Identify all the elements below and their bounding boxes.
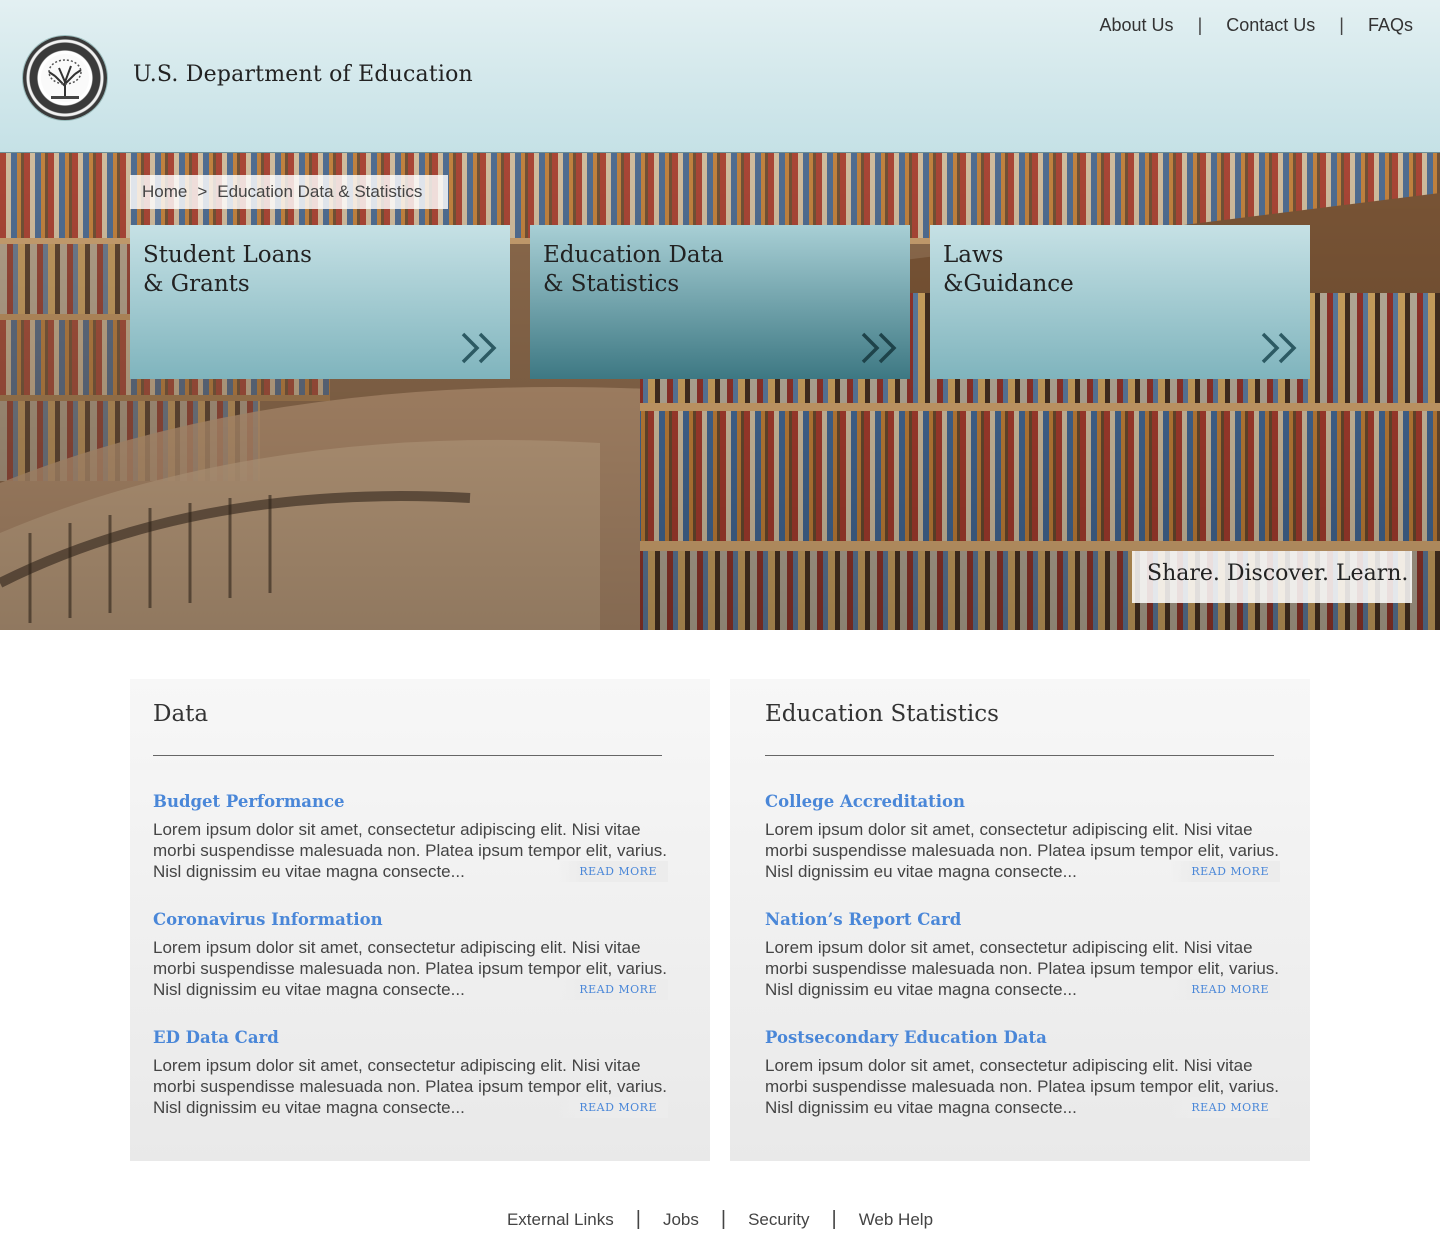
double-chevron-right-icon (461, 332, 497, 364)
tile-title-line: & Grants (143, 271, 250, 297)
tile-student-loans-grants[interactable]: Student Loans & Grants (130, 225, 510, 379)
tile-laws-guidance[interactable]: Laws &Guidance (930, 225, 1310, 379)
item-description: Lorem ipsum dolor sit amet, consectetur … (765, 1055, 1280, 1118)
item-title-link[interactable]: Postsecondary Education Data (765, 1028, 1274, 1047)
list-item: Postsecondary Education Data Lorem ipsum… (765, 1028, 1280, 1118)
read-more-link[interactable]: READ MORE (573, 1097, 657, 1118)
footer-security-link[interactable]: Security (748, 1210, 809, 1230)
hero-banner: Home > Education Data & Statistics Stude… (0, 153, 1440, 630)
panel-data: Data Budget Performance Lorem ipsum dolo… (130, 679, 710, 1161)
list-item: Coronavirus Information Lorem ipsum dolo… (153, 910, 674, 1000)
tagline: Share. Discover. Learn. (1132, 551, 1412, 603)
footer-separator: | (720, 1208, 727, 1230)
item-title-link[interactable]: Budget Performance (153, 792, 674, 811)
footer-separator: | (635, 1208, 641, 1230)
breadcrumb-home-link[interactable]: Home (142, 182, 187, 202)
item-title-link[interactable]: College Accreditation (765, 792, 1274, 811)
item-title-link[interactable]: ED Data Card (153, 1028, 674, 1047)
item-title-link[interactable]: Coronavirus Information (153, 910, 674, 929)
read-more-link[interactable]: READ MORE (1185, 1097, 1269, 1118)
nav-separator: | (1197, 15, 1203, 35)
tile-title-line: &Guidance (943, 271, 1074, 297)
panel-heading: Education Statistics (765, 701, 999, 727)
tile-education-data-statistics[interactable]: Education Data & Statistics (530, 225, 910, 379)
tile-title-line: Laws (943, 242, 1004, 268)
breadcrumb: Home > Education Data & Statistics (130, 175, 448, 209)
nav-faqs-link[interactable]: FAQs (1368, 15, 1413, 36)
nav-separator: | (1339, 15, 1344, 35)
item-description: Lorem ipsum dolor sit amet, consectetur … (153, 1055, 668, 1118)
nav-contact-us-link[interactable]: Contact Us (1226, 15, 1315, 36)
read-more-link[interactable]: READ MORE (573, 979, 657, 1000)
footer-separator: | (831, 1208, 837, 1230)
item-description: Lorem ipsum dolor sit amet, consectetur … (153, 819, 668, 882)
panel-education-statistics: Education Statistics College Accreditati… (730, 679, 1310, 1161)
divider (153, 755, 662, 756)
read-more-link[interactable]: READ MORE (573, 861, 657, 882)
list-item: ED Data Card Lorem ipsum dolor sit amet,… (153, 1028, 674, 1118)
item-description: Lorem ipsum dolor sit amet, consectetur … (765, 819, 1280, 882)
panel-heading: Data (153, 701, 209, 727)
tile-title-line: Student Loans (143, 242, 312, 268)
footer-external-links-link[interactable]: External Links (507, 1210, 614, 1230)
list-item: College Accreditation Lorem ipsum dolor … (765, 792, 1280, 882)
footer-web-help-link[interactable]: Web Help (859, 1210, 933, 1230)
site-header: U.S. Department of Education About Us | … (0, 0, 1440, 153)
read-more-link[interactable]: READ MORE (1185, 861, 1269, 882)
tile-title-line: Education Data (543, 242, 724, 268)
nav-about-us-link[interactable]: About Us (1100, 15, 1174, 36)
item-title-link[interactable]: Nation’s Report Card (765, 910, 1274, 929)
list-item: Nation’s Report Card Lorem ipsum dolor s… (765, 910, 1280, 1000)
site-title[interactable]: U.S. Department of Education (133, 62, 473, 87)
footer-jobs-link[interactable]: Jobs (663, 1210, 699, 1230)
divider (765, 755, 1274, 756)
list-item: Budget Performance Lorem ipsum dolor sit… (153, 792, 674, 882)
top-nav: About Us | Contact Us | FAQs (1100, 15, 1413, 36)
site-footer: External Links | Jobs | Security | Web H… (0, 1208, 1440, 1231)
double-chevron-right-icon (1261, 332, 1297, 364)
item-description: Lorem ipsum dolor sit amet, consectetur … (153, 937, 668, 1000)
tile-title-line: & Statistics (543, 271, 680, 297)
breadcrumb-current: Education Data & Statistics (217, 182, 423, 201)
double-chevron-right-icon (861, 332, 897, 364)
read-more-link[interactable]: READ MORE (1185, 979, 1269, 1000)
department-seal-icon[interactable] (23, 36, 107, 120)
item-description: Lorem ipsum dolor sit amet, consectetur … (765, 937, 1280, 1000)
breadcrumb-separator: > (197, 182, 208, 201)
